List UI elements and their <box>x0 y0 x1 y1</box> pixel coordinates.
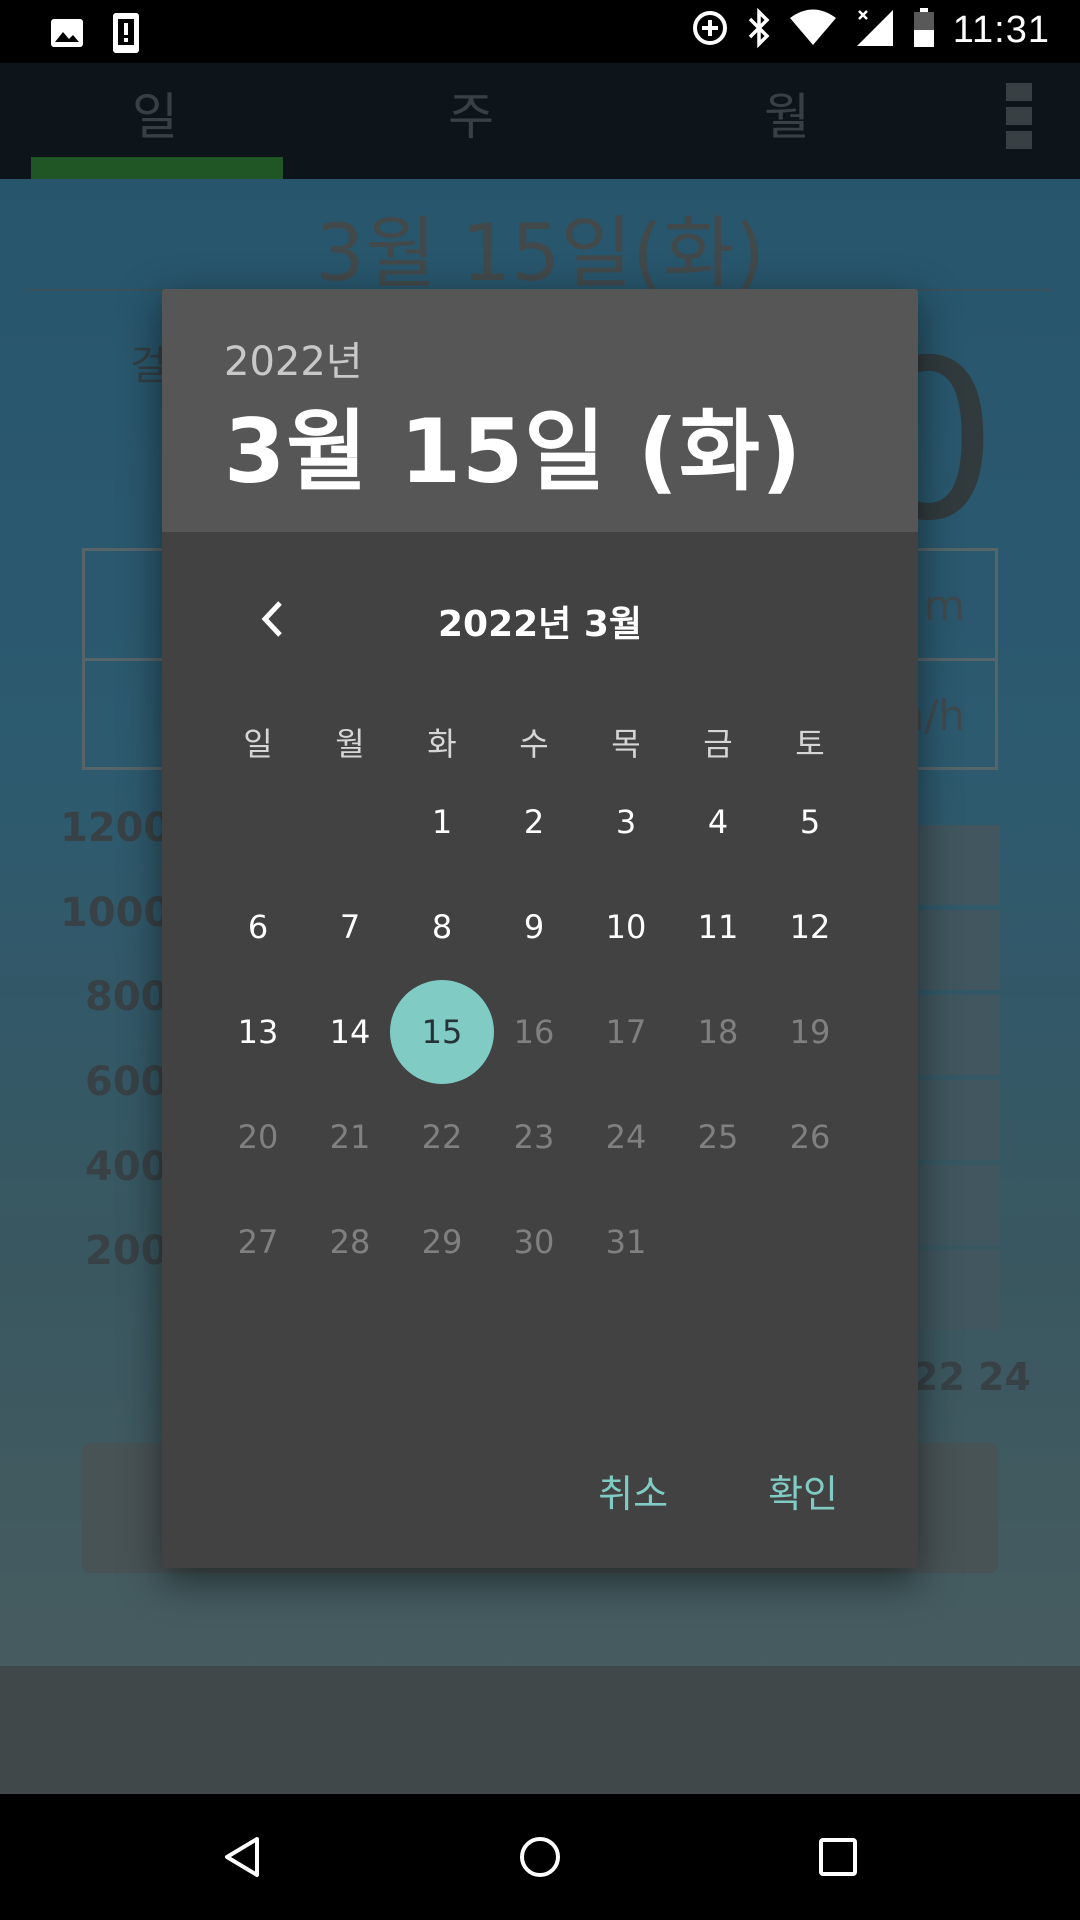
day-cell: 28 <box>304 1189 396 1294</box>
day-label: 23 <box>513 1117 555 1156</box>
day-cell: 24 <box>580 1084 672 1189</box>
day-label: 8 <box>431 907 453 946</box>
no-signal-icon <box>855 8 895 52</box>
day-cell[interactable]: 1 <box>396 769 488 874</box>
day-cell: 25 <box>672 1084 764 1189</box>
day-cell: 20 <box>212 1084 304 1189</box>
day-label: 15 <box>421 1012 463 1051</box>
day-cell: 16 <box>488 979 580 1084</box>
day-cell: 21 <box>304 1084 396 1189</box>
image-icon <box>50 18 84 52</box>
day-label: 14 <box>329 1012 371 1051</box>
weekday-label: 화 <box>427 725 457 763</box>
day-label: 3 <box>615 802 637 841</box>
day-cell: 23 <box>488 1084 580 1189</box>
status-bar: 11:31 <box>0 0 1080 63</box>
weekday-label: 목 <box>611 725 641 763</box>
day-cell[interactable]: 5 <box>764 769 856 874</box>
day-label: 17 <box>605 1012 647 1051</box>
weekday-label: 금 <box>703 725 733 763</box>
day-label: 16 <box>513 1012 555 1051</box>
selected-day[interactable]: 15 <box>396 979 488 1084</box>
confirm-button[interactable]: 확인 <box>768 1463 838 1518</box>
day-label: 25 <box>697 1117 739 1156</box>
day-cell: 18 <box>672 979 764 1084</box>
empty-day-cell <box>212 769 304 874</box>
back-icon[interactable] <box>212 1827 272 1887</box>
month-navigation: 2022년 3월 <box>162 579 918 669</box>
data-saver-icon <box>691 9 729 51</box>
day-cell[interactable]: 12 <box>764 874 856 979</box>
day-cell: 17 <box>580 979 672 1084</box>
header-year[interactable]: 2022년 <box>224 329 363 387</box>
day-label: 1 <box>431 802 453 841</box>
day-cell[interactable]: 6 <box>212 874 304 979</box>
day-label: 26 <box>789 1117 831 1156</box>
day-label: 31 <box>605 1222 647 1261</box>
weekday-label: 토 <box>795 725 825 763</box>
day-cell: 22 <box>396 1084 488 1189</box>
day-cell[interactable]: 14 <box>304 979 396 1084</box>
day-label: 5 <box>799 802 821 841</box>
month-label: 2022년 3월 <box>437 604 643 645</box>
day-cell[interactable]: 11 <box>672 874 764 979</box>
dialog-actions: 취소 확인 <box>598 1463 838 1518</box>
date-picker-dialog: 2022년 3월 15일 (화) 2022년 3월 일 월 화 수 목 금 토 … <box>162 289 918 1568</box>
weekday-label: 수 <box>519 725 549 763</box>
day-label: 18 <box>697 1012 739 1051</box>
day-cell[interactable]: 3 <box>580 769 672 874</box>
day-cell[interactable]: 9 <box>488 874 580 979</box>
day-cell: 31 <box>580 1189 672 1294</box>
day-label: 13 <box>237 1012 279 1051</box>
cancel-button[interactable]: 취소 <box>598 1463 668 1518</box>
wifi-icon <box>789 9 837 51</box>
day-label: 4 <box>707 802 729 841</box>
battery-icon <box>913 8 935 52</box>
day-label: 6 <box>247 907 269 946</box>
navigation-bar <box>0 1794 1080 1920</box>
day-label: 27 <box>237 1222 279 1261</box>
recents-icon[interactable] <box>808 1827 868 1887</box>
day-label: 11 <box>697 907 739 946</box>
day-label: 20 <box>237 1117 279 1156</box>
bluetooth-icon <box>747 7 771 52</box>
day-label: 28 <box>329 1222 371 1261</box>
phone-alert-icon <box>112 12 140 58</box>
day-label: 19 <box>789 1012 831 1051</box>
empty-day-cell <box>304 769 396 874</box>
day-label: 29 <box>421 1222 463 1261</box>
day-cell: 27 <box>212 1189 304 1294</box>
day-cell[interactable]: 8 <box>396 874 488 979</box>
day-cell: 29 <box>396 1189 488 1294</box>
day-label: 21 <box>329 1117 371 1156</box>
day-cell[interactable]: 2 <box>488 769 580 874</box>
day-cell[interactable]: 4 <box>672 769 764 874</box>
calendar-grid: 1 2 3 4 5 6 7 8 9 10 11 12 13 14 15 16 17 18 19 20 21 22 23 24 2… <box>212 769 856 1294</box>
weekday-header: 일 월 화 수 목 금 토 <box>212 719 856 765</box>
header-date[interactable]: 3월 15일 (화) <box>224 381 802 508</box>
day-label: 9 <box>523 907 545 946</box>
day-label: 2 <box>523 802 545 841</box>
day-cell[interactable]: 13 <box>212 979 304 1084</box>
day-cell[interactable]: 10 <box>580 874 672 979</box>
day-label: 7 <box>339 907 361 946</box>
clock: 11:31 <box>952 8 1050 51</box>
day-label: 12 <box>789 907 831 946</box>
weekday-label: 월 <box>335 725 365 763</box>
dialog-header: 2022년 3월 15일 (화) <box>162 289 918 532</box>
home-icon[interactable] <box>510 1827 570 1887</box>
day-label: 22 <box>421 1117 463 1156</box>
weekday-label: 일 <box>243 725 273 763</box>
day-cell[interactable]: 7 <box>304 874 396 979</box>
day-cell: 19 <box>764 979 856 1084</box>
day-label: 24 <box>605 1117 647 1156</box>
day-cell: 26 <box>764 1084 856 1189</box>
day-label: 10 <box>605 907 647 946</box>
day-cell: 30 <box>488 1189 580 1294</box>
day-label: 30 <box>513 1222 555 1261</box>
